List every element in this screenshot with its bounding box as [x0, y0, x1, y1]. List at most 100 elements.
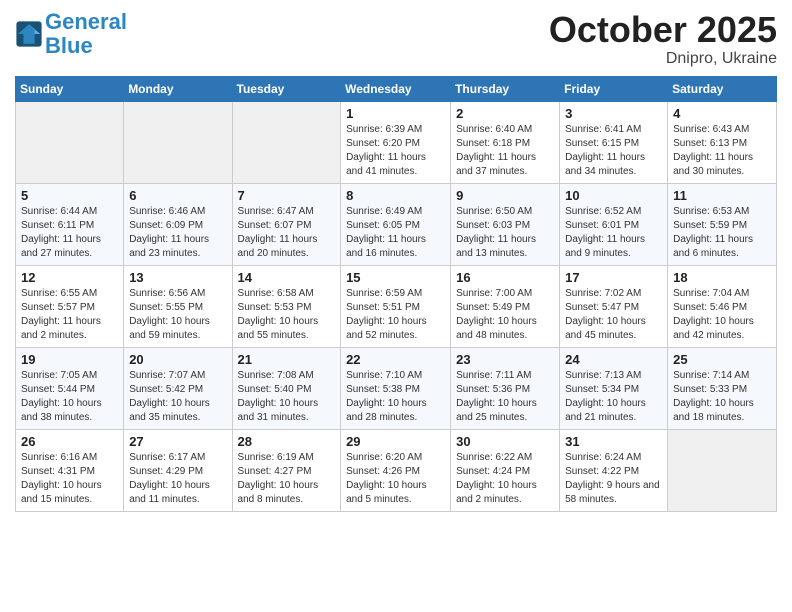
calendar-cell: 4 Sunrise: 6:43 AM Sunset: 6:13 PM Daylig…: [668, 101, 777, 183]
day-number: 18: [673, 270, 771, 285]
day-info: Sunrise: 6:53 AM Sunset: 5:59 PM Dayligh…: [673, 205, 771, 261]
calendar-cell: 17 Sunrise: 7:02 AM Sunset: 5:47 PM Dayli…: [560, 265, 668, 347]
calendar-cell: [124, 101, 232, 183]
day-info: Sunrise: 7:13 AM Sunset: 5:34 PM Dayligh…: [565, 369, 662, 425]
calendar-week-row: 5 Sunrise: 6:44 AM Sunset: 6:11 PM Daylig…: [16, 183, 777, 265]
day-number: 15: [346, 270, 445, 285]
day-number: 12: [21, 270, 118, 285]
day-number: 3: [565, 106, 662, 121]
calendar-week-row: 26 Sunrise: 6:16 AM Sunset: 4:31 PM Dayli…: [16, 429, 777, 511]
calendar-cell: 9 Sunrise: 6:50 AM Sunset: 6:03 PM Daylig…: [451, 183, 560, 265]
day-number: 5: [21, 188, 118, 203]
calendar-cell: 31 Sunrise: 6:24 AM Sunset: 4:22 PM Dayli…: [560, 429, 668, 511]
day-number: 26: [21, 434, 118, 449]
day-info: Sunrise: 6:55 AM Sunset: 5:57 PM Dayligh…: [21, 287, 118, 343]
day-info: Sunrise: 7:05 AM Sunset: 5:44 PM Dayligh…: [21, 369, 118, 425]
calendar-cell: 23Sunrise: 7:11 AM Sunset: 5:36 PM Dayli…: [451, 347, 560, 429]
day-info: Sunrise: 6:19 AM Sunset: 4:27 PM Dayligh…: [238, 451, 336, 507]
day-number: 21: [238, 352, 336, 367]
day-number: 4: [673, 106, 771, 121]
calendar-cell: [16, 101, 124, 183]
calendar-cell: 13Sunrise: 6:56 AM Sunset: 5:55 PM Dayli…: [124, 265, 232, 347]
day-number: 28: [238, 434, 336, 449]
day-info: Sunrise: 6:49 AM Sunset: 6:05 PM Dayligh…: [346, 205, 445, 261]
page-header: GeneralBlue October 2025 Dnipro, Ukraine: [15, 10, 777, 68]
calendar-cell: 12 Sunrise: 6:55 AM Sunset: 5:57 PM Dayli…: [16, 265, 124, 347]
day-info: Sunrise: 7:00 AM Sunset: 5:49 PM Dayligh…: [456, 287, 554, 343]
title-block: October 2025 Dnipro, Ukraine: [549, 10, 777, 68]
day-info: Sunrise: 6:43 AM Sunset: 6:13 PM Dayligh…: [673, 123, 771, 179]
calendar-cell: 10 Sunrise: 6:52 AM Sunset: 6:01 PM Dayli…: [560, 183, 668, 265]
weekday-header-cell: Monday: [124, 76, 232, 101]
calendar-cell: 26 Sunrise: 6:16 AM Sunset: 4:31 PM Dayli…: [16, 429, 124, 511]
weekday-header-cell: Saturday: [668, 76, 777, 101]
calendar-cell: 16 Sunrise: 7:00 AM Sunset: 5:49 PM Dayli…: [451, 265, 560, 347]
calendar-week-row: 12 Sunrise: 6:55 AM Sunset: 5:57 PM Dayli…: [16, 265, 777, 347]
day-number: 10: [565, 188, 662, 203]
location-subtitle: Dnipro, Ukraine: [549, 50, 777, 68]
logo-text: GeneralBlue: [45, 10, 127, 58]
weekday-header-cell: Thursday: [451, 76, 560, 101]
day-number: 16: [456, 270, 554, 285]
day-number: 27: [129, 434, 226, 449]
calendar-cell: 30 Sunrise: 6:22 AM Sunset: 4:24 PM Dayli…: [451, 429, 560, 511]
calendar-table: SundayMondayTuesdayWednesdayThursdayFrid…: [15, 76, 777, 512]
day-number: 30: [456, 434, 554, 449]
day-info: Sunrise: 7:10 AM Sunset: 5:38 PM Dayligh…: [346, 369, 445, 425]
day-info: Sunrise: 6:20 AM Sunset: 4:26 PM Dayligh…: [346, 451, 445, 507]
day-info: Sunrise: 6:17 AM Sunset: 4:29 PM Dayligh…: [129, 451, 226, 507]
calendar-cell: 18Sunrise: 7:04 AM Sunset: 5:46 PM Dayli…: [668, 265, 777, 347]
day-info: Sunrise: 6:44 AM Sunset: 6:11 PM Dayligh…: [21, 205, 118, 261]
calendar-cell: 5 Sunrise: 6:44 AM Sunset: 6:11 PM Daylig…: [16, 183, 124, 265]
calendar-week-row: 1 Sunrise: 6:39 AM Sunset: 6:20 PM Daylig…: [16, 101, 777, 183]
calendar-cell: 21 Sunrise: 7:08 AM Sunset: 5:40 PM Dayli…: [232, 347, 341, 429]
day-number: 24: [565, 352, 662, 367]
day-info: Sunrise: 7:02 AM Sunset: 5:47 PM Dayligh…: [565, 287, 662, 343]
calendar-cell: 3 Sunrise: 6:41 AM Sunset: 6:15 PM Daylig…: [560, 101, 668, 183]
day-number: 6: [129, 188, 226, 203]
day-number: 31: [565, 434, 662, 449]
logo: GeneralBlue: [15, 10, 127, 58]
calendar-cell: 24 Sunrise: 7:13 AM Sunset: 5:34 PM Dayli…: [560, 347, 668, 429]
day-number: 23: [456, 352, 554, 367]
day-info: Sunrise: 6:41 AM Sunset: 6:15 PM Dayligh…: [565, 123, 662, 179]
weekday-header-cell: Tuesday: [232, 76, 341, 101]
day-info: Sunrise: 6:59 AM Sunset: 5:51 PM Dayligh…: [346, 287, 445, 343]
day-number: 22: [346, 352, 445, 367]
day-number: 29: [346, 434, 445, 449]
calendar-body: 1 Sunrise: 6:39 AM Sunset: 6:20 PM Daylig…: [16, 101, 777, 511]
calendar-cell: 22 Sunrise: 7:10 AM Sunset: 5:38 PM Dayli…: [341, 347, 451, 429]
day-info: Sunrise: 7:07 AM Sunset: 5:42 PM Dayligh…: [129, 369, 226, 425]
day-number: 11: [673, 188, 771, 203]
day-info: Sunrise: 6:50 AM Sunset: 6:03 PM Dayligh…: [456, 205, 554, 261]
day-info: Sunrise: 6:47 AM Sunset: 6:07 PM Dayligh…: [238, 205, 336, 261]
day-info: Sunrise: 6:22 AM Sunset: 4:24 PM Dayligh…: [456, 451, 554, 507]
day-info: Sunrise: 6:40 AM Sunset: 6:18 PM Dayligh…: [456, 123, 554, 179]
calendar-cell: 2Sunrise: 6:40 AM Sunset: 6:18 PM Daylig…: [451, 101, 560, 183]
day-number: 25: [673, 352, 771, 367]
day-info: Sunrise: 6:56 AM Sunset: 5:55 PM Dayligh…: [129, 287, 226, 343]
day-number: 1: [346, 106, 445, 121]
day-number: 19: [21, 352, 118, 367]
logo-icon: [15, 20, 43, 48]
day-number: 17: [565, 270, 662, 285]
page-container: GeneralBlue October 2025 Dnipro, Ukraine…: [0, 0, 792, 522]
day-info: Sunrise: 6:39 AM Sunset: 6:20 PM Dayligh…: [346, 123, 445, 179]
calendar-cell: 19 Sunrise: 7:05 AM Sunset: 5:44 PM Dayli…: [16, 347, 124, 429]
calendar-cell: [668, 429, 777, 511]
day-info: Sunrise: 7:14 AM Sunset: 5:33 PM Dayligh…: [673, 369, 771, 425]
day-info: Sunrise: 7:08 AM Sunset: 5:40 PM Dayligh…: [238, 369, 336, 425]
day-info: Sunrise: 6:16 AM Sunset: 4:31 PM Dayligh…: [21, 451, 118, 507]
weekday-header-cell: Friday: [560, 76, 668, 101]
weekday-header-cell: Sunday: [16, 76, 124, 101]
day-number: 8: [346, 188, 445, 203]
day-info: Sunrise: 6:52 AM Sunset: 6:01 PM Dayligh…: [565, 205, 662, 261]
calendar-cell: 28 Sunrise: 6:19 AM Sunset: 4:27 PM Dayli…: [232, 429, 341, 511]
day-info: Sunrise: 6:24 AM Sunset: 4:22 PM Dayligh…: [565, 451, 662, 507]
day-info: Sunrise: 6:46 AM Sunset: 6:09 PM Dayligh…: [129, 205, 226, 261]
month-title: October 2025: [549, 10, 777, 50]
calendar-cell: 14Sunrise: 6:58 AM Sunset: 5:53 PM Dayli…: [232, 265, 341, 347]
day-number: 9: [456, 188, 554, 203]
calendar-cell: 29 Sunrise: 6:20 AM Sunset: 4:26 PM Dayli…: [341, 429, 451, 511]
calendar-cell: 20Sunrise: 7:07 AM Sunset: 5:42 PM Dayli…: [124, 347, 232, 429]
